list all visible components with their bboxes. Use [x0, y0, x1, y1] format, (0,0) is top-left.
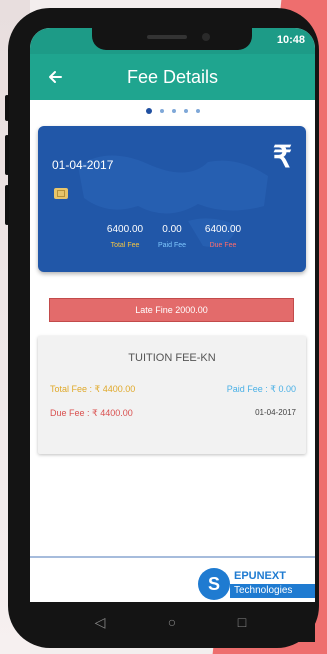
- card-date: 01-04-2017: [52, 158, 114, 172]
- nav-back-icon[interactable]: ◁: [88, 610, 112, 634]
- fee-summary-card[interactable]: 01-04-2017 ₹ 6400.00 Total Fee 0.00 Paid…: [38, 126, 306, 272]
- phone-volume-button: [5, 95, 9, 121]
- fee-item-name: TUITION FEE-KN: [128, 352, 216, 364]
- page-dot[interactable]: [183, 109, 188, 113]
- phone-volume-button: [5, 185, 9, 225]
- total-fee-label: Total Fee: [110, 242, 140, 249]
- fee-item-due: Due Fee : ₹ 4400.00: [50, 408, 133, 418]
- status-time: 10:48: [276, 34, 305, 46]
- page-title: Fee Details: [126, 67, 219, 87]
- company-logo: S EPUNEXT Technologies: [198, 564, 315, 604]
- paid-fee-amount: 0.00: [162, 224, 182, 235]
- page-dot[interactable]: [145, 108, 152, 114]
- fee-item-paid: Paid Fee : ₹ 0.00: [226, 384, 296, 394]
- logo-badge-icon: S: [198, 568, 230, 600]
- page-dot[interactable]: [159, 109, 164, 113]
- logo-subtext: Technologies: [230, 584, 315, 598]
- total-fee-amount: 6400.00: [106, 224, 144, 235]
- nav-home-icon[interactable]: ○: [160, 610, 184, 634]
- logo-text: EPUNEXT: [234, 570, 286, 582]
- page-dot[interactable]: [195, 109, 200, 113]
- due-fee-amount: 6400.00: [204, 224, 242, 235]
- world-map-pattern: [78, 155, 268, 247]
- card-chip-icon: [54, 188, 68, 199]
- divider: [30, 556, 315, 558]
- app-bar: Fee Details: [30, 54, 315, 100]
- paid-fee-label: Paid Fee: [157, 242, 187, 249]
- front-camera-icon: [202, 33, 210, 41]
- phone-volume-button: [5, 135, 9, 175]
- fee-item-date: 01-04-2017: [255, 408, 296, 417]
- page-dot[interactable]: [171, 109, 176, 113]
- system-nav-bar: ◁ ○ □: [30, 602, 315, 642]
- speaker-grille: [147, 35, 187, 39]
- page-indicator: [30, 108, 315, 118]
- camera-notch: [92, 28, 252, 50]
- arrow-left-icon: [49, 71, 62, 83]
- due-fee-label: Due Fee: [209, 242, 237, 249]
- back-button[interactable]: [40, 62, 70, 92]
- status-bar: 10:48: [30, 28, 315, 54]
- fee-item-card[interactable]: TUITION FEE-KN Total Fee : ₹ 4400.00 Pai…: [38, 336, 306, 454]
- rupee-icon: ₹: [272, 141, 292, 174]
- fee-item-total: Total Fee : ₹ 4400.00: [50, 384, 136, 394]
- nav-recents-icon[interactable]: □: [230, 610, 254, 634]
- late-fine-banner: Late Fine 2000.00: [49, 298, 294, 322]
- phone-screen: 10:48 Fee Details 01-04-2017 ₹ 6400.00 T…: [30, 28, 315, 608]
